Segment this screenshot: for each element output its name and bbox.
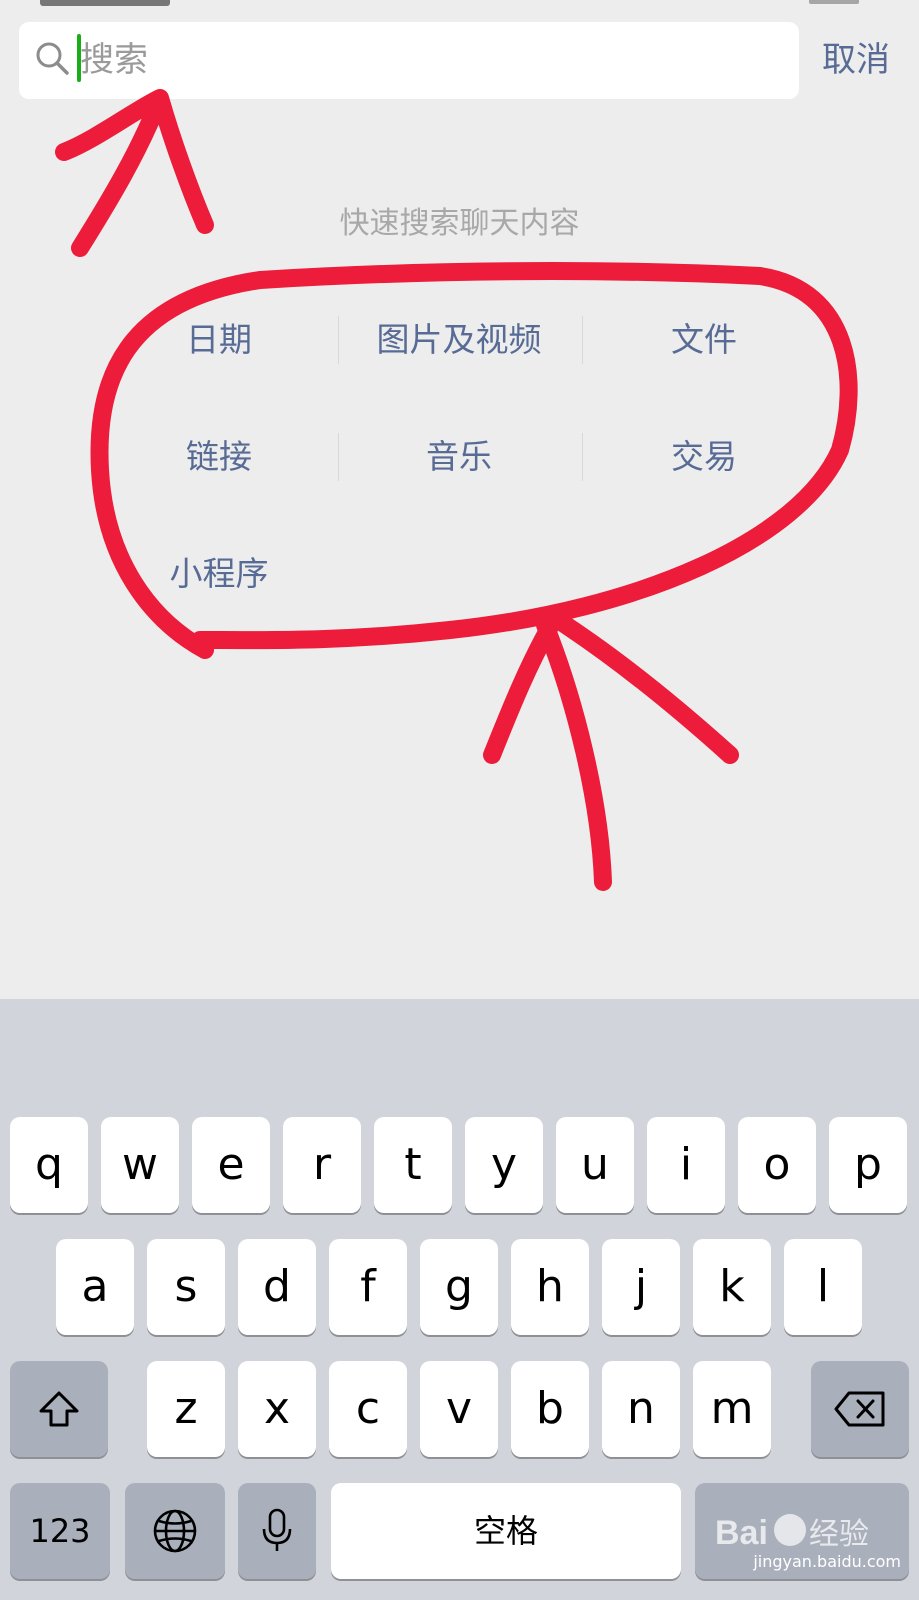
key-o[interactable]: o xyxy=(738,1117,816,1213)
key-z[interactable]: z xyxy=(147,1361,225,1457)
key-c[interactable]: c xyxy=(329,1361,407,1457)
annotation-arrow-search xyxy=(55,89,214,257)
key-y[interactable]: y xyxy=(465,1117,543,1213)
microphone-key[interactable] xyxy=(238,1483,316,1579)
key-g[interactable]: g xyxy=(420,1239,498,1335)
numbers-key[interactable]: 123 xyxy=(10,1483,110,1579)
key-a[interactable]: a xyxy=(56,1239,134,1335)
annotation-arrow-categories xyxy=(483,609,739,891)
annotation-overlay xyxy=(55,89,858,891)
key-e[interactable]: e xyxy=(192,1117,270,1213)
key-m[interactable]: m xyxy=(693,1361,771,1457)
baidu-jingyan-watermark: Bai 经验 xyxy=(715,1514,869,1552)
key-f[interactable]: f xyxy=(329,1239,407,1335)
shift-key[interactable] xyxy=(10,1361,108,1457)
key-q[interactable]: q xyxy=(10,1117,88,1213)
key-i[interactable]: i xyxy=(647,1117,725,1213)
svg-text:Bai: Bai xyxy=(715,1514,768,1552)
key-w[interactable]: w xyxy=(101,1117,179,1213)
backspace-icon xyxy=(834,1391,885,1427)
svg-text:经验: 经验 xyxy=(809,1518,869,1551)
key-u[interactable]: u xyxy=(556,1117,634,1213)
globe-icon xyxy=(153,1509,197,1553)
globe-key[interactable] xyxy=(125,1483,225,1579)
key-r[interactable]: r xyxy=(283,1117,361,1213)
key-k[interactable]: k xyxy=(693,1239,771,1335)
key-v[interactable]: v xyxy=(420,1361,498,1457)
key-l[interactable]: l xyxy=(784,1239,862,1335)
microphone-icon xyxy=(262,1508,292,1551)
key-t[interactable]: t xyxy=(374,1117,452,1213)
shift-icon xyxy=(39,1391,79,1427)
backspace-key[interactable] xyxy=(811,1361,909,1457)
key-j[interactable]: j xyxy=(602,1239,680,1335)
watermark-url: jingyan.baidu.com xyxy=(753,1552,901,1571)
annotation-circle-categories xyxy=(90,262,858,659)
key-h[interactable]: h xyxy=(511,1239,589,1335)
key-x[interactable]: x xyxy=(238,1361,316,1457)
key-b[interactable]: b xyxy=(511,1361,589,1457)
key-s[interactable]: s xyxy=(147,1239,225,1335)
key-d[interactable]: d xyxy=(238,1239,316,1335)
space-key[interactable]: 空格 xyxy=(331,1483,681,1579)
key-n[interactable]: n xyxy=(602,1361,680,1457)
key-p[interactable]: p xyxy=(829,1117,907,1213)
